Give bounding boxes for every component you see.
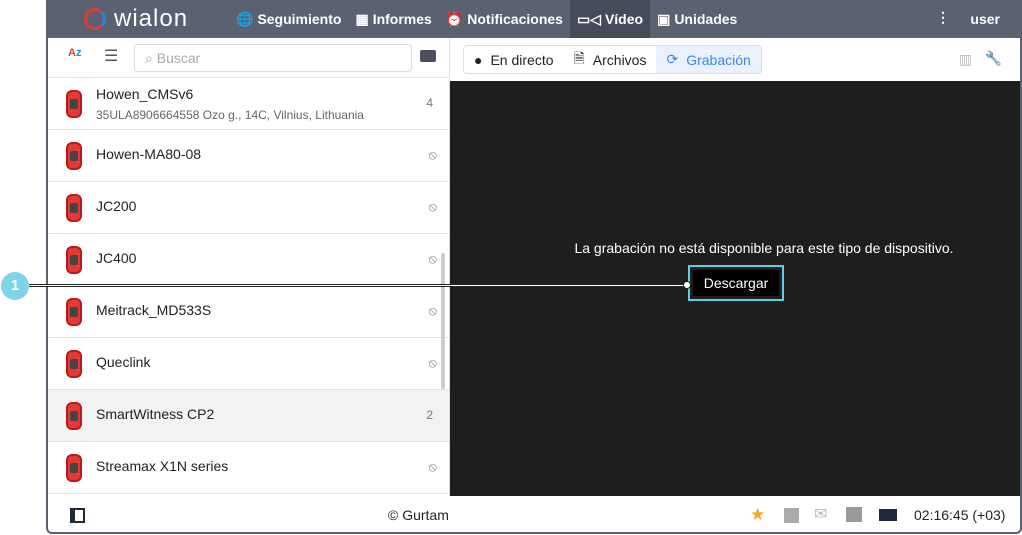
unit-name: Howen-MA80-08 bbox=[96, 146, 202, 162]
search-icon: ⌕ bbox=[145, 50, 157, 66]
notes-icon[interactable] bbox=[784, 508, 799, 523]
nav-label: Seguimiento bbox=[257, 11, 342, 27]
unit-row[interactable]: Howen_CMSv6 35ULA8906664558 Ozo g., 14C, … bbox=[48, 78, 449, 130]
alarm-icon: ⏰ bbox=[445, 10, 464, 27]
image-icon[interactable] bbox=[846, 507, 862, 522]
scrollbar[interactable] bbox=[441, 253, 445, 389]
no-connection-icon: ⦸ bbox=[428, 303, 437, 318]
live-dot-icon: ● bbox=[474, 51, 483, 68]
tab-label: Grabación bbox=[686, 51, 751, 68]
brand-name: wialon bbox=[114, 5, 189, 32]
unit-row[interactable]: Queclink ⦸ bbox=[48, 338, 449, 390]
star-icon[interactable]: ★ bbox=[750, 505, 765, 525]
unit-count: 4 bbox=[426, 96, 433, 110]
nav-video[interactable]: ▭◁ Vídeo bbox=[569, 0, 651, 38]
report-icon: ▦ bbox=[355, 10, 369, 27]
tab-label: En directo bbox=[490, 51, 554, 68]
unit-row[interactable]: Meitrack_MD533S ⦸ bbox=[48, 286, 449, 338]
user-menu[interactable]: user bbox=[970, 11, 1000, 27]
unit-name: SmartWitness CP2 bbox=[96, 406, 215, 422]
nav-notificaciones[interactable]: ⏰ Notificaciones bbox=[439, 0, 570, 38]
unit-name: Streamax X1N series bbox=[96, 458, 229, 474]
replay-icon: ⟳ bbox=[666, 51, 679, 67]
nav-seguimiento[interactable]: 🌐 Seguimiento bbox=[229, 0, 348, 38]
sort-az-icon[interactable]: Az bbox=[68, 47, 81, 59]
more-menu-icon[interactable]: ⋮ bbox=[936, 9, 950, 26]
unit-name: JC200 bbox=[96, 198, 137, 214]
no-connection-icon: ⦸ bbox=[428, 199, 437, 214]
bus-icon: ▣ bbox=[657, 10, 671, 27]
no-connection-icon: ⦸ bbox=[428, 459, 437, 474]
video-tabs: ● En directo 🗎 Archivos ⟳ Grabación bbox=[463, 45, 762, 74]
unit-sidebar: Az ☰ ⌕ Buscar Howen_CMSv6 35ULA8906664558… bbox=[48, 38, 450, 496]
list-icon[interactable]: ☰ bbox=[104, 46, 118, 66]
unit-row[interactable]: Streamax X1N series ⦸ bbox=[48, 442, 449, 494]
clock-time: 02:16:45 (+03) bbox=[914, 507, 1006, 523]
unit-name: Howen_CMSv6 bbox=[96, 86, 194, 102]
map-icon[interactable]: ▥ bbox=[959, 51, 972, 68]
file-icon: 🗎 bbox=[573, 49, 585, 66]
logo-icon bbox=[84, 8, 106, 30]
no-connection-icon: ⦸ bbox=[428, 355, 437, 370]
no-connection-icon: ⦸ bbox=[428, 147, 437, 162]
nav-label: Vídeo bbox=[604, 11, 644, 27]
unit-count: 2 bbox=[426, 408, 433, 422]
download-button[interactable]: Descargar bbox=[688, 265, 784, 301]
nav-informes[interactable]: ▦ Informes bbox=[348, 0, 438, 38]
search-placeholder: Buscar bbox=[156, 50, 201, 66]
tab-archivos[interactable]: 🗎 Archivos bbox=[564, 46, 657, 73]
callout-line bbox=[29, 284, 687, 287]
unavailable-message: La grabación no está disponible para est… bbox=[574, 240, 954, 256]
app-window: wialon 🌐 Seguimiento ▦ Informes ⏰ Notificac… bbox=[46, 0, 1022, 534]
video-panel: ● En directo 🗎 Archivos ⟳ Grabación ▥ 🔧 La … bbox=[450, 38, 1020, 496]
no-connection-icon: ⦸ bbox=[428, 251, 437, 266]
unit-row[interactable]: JC400 ⦸ bbox=[48, 234, 449, 286]
callout-dot bbox=[683, 281, 691, 289]
unit-row[interactable]: SmartWitness CP2 2 bbox=[48, 390, 449, 442]
logo[interactable]: wialon bbox=[84, 5, 229, 33]
camera-icon[interactable] bbox=[420, 50, 436, 62]
car-icon bbox=[66, 454, 82, 482]
nav-unidades[interactable]: ▣ Unidades bbox=[650, 0, 744, 38]
search-input[interactable]: ⌕ Buscar bbox=[134, 44, 412, 72]
unit-address: 35ULA8906664558 Ozo g., 14C, Vilnius, Li… bbox=[96, 108, 364, 122]
car-icon bbox=[66, 142, 82, 170]
nav-label: Notificaciones bbox=[467, 11, 563, 27]
car-icon bbox=[66, 402, 82, 430]
unit-row[interactable]: Howen-MA80-08 ⦸ bbox=[48, 130, 449, 182]
car-icon bbox=[66, 90, 82, 118]
car-icon bbox=[66, 298, 82, 326]
globe-icon: 🌐 bbox=[236, 10, 254, 27]
tab-en-directo[interactable]: ● En directo bbox=[464, 46, 564, 73]
download-label: Descargar bbox=[693, 270, 779, 296]
unit-name: Meitrack_MD533S bbox=[96, 302, 212, 318]
callout-marker: 1 bbox=[1, 272, 29, 300]
unit-row[interactable]: JC200 ⦸ bbox=[48, 182, 449, 234]
nav-label: Unidades bbox=[674, 11, 738, 27]
wrench-icon[interactable]: 🔧 bbox=[985, 50, 1002, 67]
tab-grabacion[interactable]: ⟳ Grabación bbox=[656, 46, 761, 73]
mail-forward-icon[interactable]: ✉ bbox=[814, 504, 827, 524]
book-icon[interactable] bbox=[879, 509, 897, 521]
unit-name: Queclink bbox=[96, 354, 151, 370]
car-icon bbox=[66, 246, 82, 274]
copyright: © Gurtam bbox=[388, 507, 449, 523]
unit-name: JC400 bbox=[96, 250, 137, 266]
footer: © Gurtam ★ ✉ 02:16:45 (+03) bbox=[48, 496, 1020, 532]
nav-label: Informes bbox=[372, 11, 432, 27]
panel-toggle-icon[interactable] bbox=[70, 508, 85, 523]
car-icon bbox=[66, 194, 82, 222]
car-icon bbox=[66, 350, 82, 378]
sidebar-toolbar: Az ☰ ⌕ Buscar bbox=[48, 38, 449, 78]
tab-label: Archivos bbox=[592, 51, 647, 68]
video-area: La grabación no está disponible para est… bbox=[450, 81, 1020, 496]
top-bar: wialon 🌐 Seguimiento ▦ Informes ⏰ Notificac… bbox=[48, 0, 1020, 38]
video-icon: ▭◁ bbox=[576, 10, 601, 27]
